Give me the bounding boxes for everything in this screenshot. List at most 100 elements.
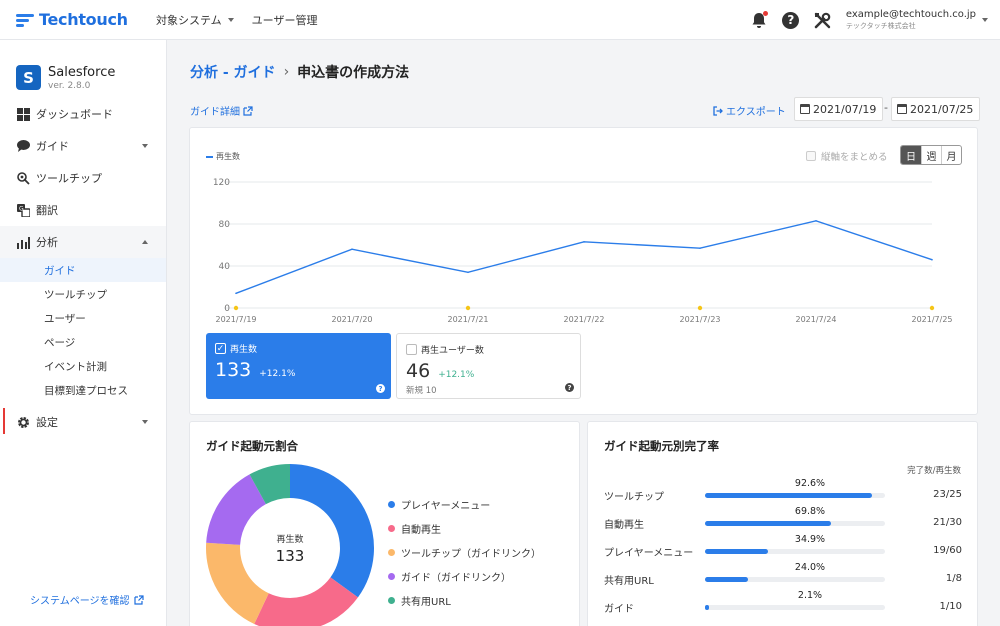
legend-item: ツールチップ（ガイドリンク）: [388, 540, 541, 564]
sidebar-item-analysis[interactable]: 分析: [0, 226, 166, 258]
donut-center: 再生数 133: [250, 532, 330, 565]
completion-row: ガイド 2.1% 1/10: [604, 589, 962, 617]
metric-change: +12.1%: [438, 370, 474, 380]
sidebar-item-translation[interactable]: G 翻訳: [0, 194, 166, 226]
sidebar-item-guide[interactable]: ガイド: [0, 130, 166, 162]
sidebar-item-label: ダッシュボード: [36, 106, 113, 122]
donut-slice: [290, 464, 374, 597]
legend-item: 共有用URL: [388, 588, 541, 612]
chevron-up-icon: [142, 240, 148, 244]
row-ratio: 23/25: [933, 489, 962, 500]
data-point: [351, 248, 353, 250]
user-company: テックタッチ株式会社: [846, 21, 976, 31]
series-line: [236, 221, 932, 293]
user-menu[interactable]: example@techtouch.co.jp テックタッチ株式会社: [846, 9, 988, 31]
sidebar-subitem-page[interactable]: ページ: [0, 330, 166, 354]
data-point: [931, 259, 933, 261]
y-tick-label: 120: [213, 178, 230, 188]
top-nav: 対象システム ユーザー管理: [156, 12, 335, 28]
progress-fill: [705, 605, 709, 610]
row-label: 共有用URL: [604, 572, 654, 587]
guide-detail-link[interactable]: ガイド詳細: [190, 103, 253, 118]
event-marker: [234, 306, 238, 310]
data-point: [583, 241, 585, 243]
row-label: ツールチップ: [604, 488, 664, 503]
date-separator: -: [884, 101, 888, 114]
salesforce-app-icon: S: [16, 65, 41, 90]
logo-text: Techtouch: [39, 10, 128, 29]
date-to-value: 2021/07/25: [910, 103, 973, 116]
bell-icon[interactable]: [750, 11, 768, 29]
system-page-link[interactable]: システムページを確認: [30, 592, 144, 607]
data-point: [235, 293, 237, 295]
row-ratio: 19/60: [933, 545, 962, 556]
user-management-link[interactable]: ユーザー管理: [252, 12, 318, 28]
metric-label: 再生ユーザー数: [421, 343, 484, 356]
progress-fill: [705, 521, 831, 526]
row-percent: 2.1%: [780, 590, 840, 601]
chevron-down-icon: [142, 420, 148, 424]
checkbox-box: [806, 151, 816, 161]
period-day-button[interactable]: 日: [901, 146, 921, 164]
bar-chart-icon: [16, 235, 30, 249]
event-marker: [698, 306, 702, 310]
export-label: エクスポート: [726, 103, 786, 118]
sidebar-item-settings[interactable]: 設定: [0, 406, 166, 438]
date-to-picker[interactable]: 2021/07/25: [891, 97, 980, 121]
gear-icon: [16, 415, 30, 429]
merge-axis-label: 縦軸をまとめる: [821, 149, 888, 163]
playback-chart-card: 再生数 縦軸をまとめる 日 週 月 040801202021/7/192021/…: [189, 127, 978, 415]
x-tick-label: 2021/7/22: [563, 315, 604, 324]
sidebar-item-label: 設定: [36, 414, 58, 430]
chevron-down-icon: [142, 144, 148, 148]
data-point: [699, 247, 701, 249]
legend-label: ツールチップ（ガイドリンク）: [401, 545, 541, 560]
sidebar-subitem-user[interactable]: ユーザー: [0, 306, 166, 330]
row-ratio: 1/10: [940, 601, 962, 612]
help-icon[interactable]: ?: [565, 383, 574, 392]
row-percent: 92.6%: [780, 478, 840, 489]
top-bar: Techtouch 対象システム ユーザー管理 ? example@techto…: [0, 0, 1000, 40]
period-week-button[interactable]: 週: [921, 146, 941, 164]
legend-dot: [388, 573, 395, 580]
speech-bubble-icon: [16, 139, 30, 153]
sidebar-item-label: 分析: [36, 234, 58, 250]
x-tick-label: 2021/7/24: [795, 315, 836, 324]
completion-row: 自動再生 69.8% 21/30: [604, 505, 962, 533]
target-system-menu[interactable]: 対象システム: [156, 12, 234, 28]
techtouch-logo[interactable]: Techtouch: [16, 10, 148, 29]
metric-value: 133: [215, 359, 251, 381]
date-from-picker[interactable]: 2021/07/19: [794, 97, 883, 121]
metric-tile-play-users[interactable]: 再生ユーザー数 46 +12.1% 新規 10 ?: [396, 333, 581, 399]
sidebar-item-label: 翻訳: [36, 202, 58, 218]
row-ratio: 21/30: [933, 517, 962, 528]
merge-axis-checkbox[interactable]: 縦軸をまとめる: [806, 149, 888, 163]
sidebar-subitem-goal-funnel[interactable]: 目標到達プロセス: [0, 378, 166, 402]
target-system-label: 対象システム: [156, 12, 222, 28]
help-icon[interactable]: ?: [376, 384, 385, 393]
period-month-button[interactable]: 月: [941, 146, 961, 164]
sidebar-item-tooltip[interactable]: ツールチップ: [0, 162, 166, 194]
sidebar-subitem-tooltip[interactable]: ツールチップ: [0, 282, 166, 306]
sidebar-item-dashboard[interactable]: ダッシュボード: [0, 98, 166, 130]
app-version: ver. 2.8.0: [48, 81, 115, 91]
checkbox-checked-icon: ✓: [215, 343, 226, 354]
export-button[interactable]: エクスポート: [713, 103, 786, 118]
metric-tile-plays[interactable]: ✓ 再生数 133 +12.1% ?: [206, 333, 391, 399]
calendar-icon: [800, 104, 810, 114]
logo-mark-icon: [16, 12, 36, 28]
legend-dot: [388, 549, 395, 556]
x-tick-label: 2021/7/21: [447, 315, 488, 324]
donut-center-label: 再生数: [250, 532, 330, 545]
legend-dot: [388, 597, 395, 604]
user-management-label: ユーザー管理: [252, 12, 318, 28]
sidebar-subitem-event-measurement[interactable]: イベント計測: [0, 354, 166, 378]
row-percent: 24.0%: [780, 562, 840, 573]
metric-new-users: 新規 10: [406, 384, 580, 396]
help-icon[interactable]: ?: [782, 11, 800, 29]
sidebar-subitem-guide[interactable]: ガイド: [0, 258, 166, 282]
tools-icon[interactable]: [814, 11, 832, 29]
breadcrumb-parent-link[interactable]: 分析 - ガイド: [190, 62, 276, 82]
guide-detail-label: ガイド詳細: [190, 103, 240, 118]
legend-label: 再生数: [216, 151, 240, 162]
